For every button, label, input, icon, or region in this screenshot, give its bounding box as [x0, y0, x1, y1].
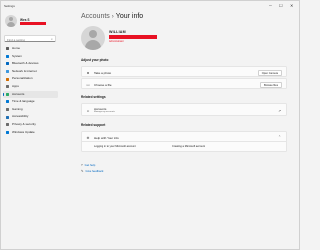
- avatar-body: [85, 40, 101, 50]
- open-camera-button[interactable]: Open Camera: [257, 69, 282, 76]
- wifi-icon: [6, 70, 9, 74]
- sidebar-item-label: Home: [12, 46, 21, 50]
- page-title: Your info: [115, 13, 144, 20]
- redacted-email: [109, 35, 157, 39]
- search-icon[interactable]: ⌕: [51, 37, 53, 41]
- sidebar-item-label: Accessibility: [12, 114, 29, 119]
- sidebar-item-label: Bluetooth & devices: [12, 61, 39, 66]
- sidebar-item-personalization[interactable]: Personalization: [3, 75, 58, 83]
- accounts-link-sub: Manage my accounts: [94, 110, 115, 113]
- shield-icon: [6, 123, 9, 127]
- help-expander-header[interactable]: ⊕ Help with Your info ⌃: [81, 131, 287, 142]
- sidebar-item-label: Network & internet: [12, 68, 37, 73]
- search-input[interactable]: [7, 37, 49, 42]
- help-link-logging-in[interactable]: Logging in to your Microsoft account: [94, 145, 136, 148]
- section-related-settings: Related settings: [81, 95, 106, 99]
- sidebar-item-label: Apps: [12, 83, 19, 88]
- person-icon: ☺: [86, 108, 90, 113]
- redacted-email: [20, 22, 46, 25]
- minimize-button[interactable]: ─: [269, 3, 272, 8]
- sidebar-item-label: Gaming: [12, 106, 23, 111]
- camera-icon: ◘: [86, 70, 90, 75]
- user-profile[interactable]: Wes S: [4, 13, 58, 31]
- accessibility-icon: [6, 115, 9, 119]
- breadcrumb: Accounts › Your info: [81, 13, 143, 20]
- main-content: Accounts › Your info WILLIAM Administrator…: [63, 11, 297, 250]
- section-related-support: Related support: [81, 123, 106, 127]
- section-adjust-photo: Adjust your photo: [81, 58, 109, 62]
- give-feedback-label: Give feedback: [85, 169, 104, 173]
- close-button[interactable]: ✕: [290, 3, 293, 8]
- sidebar-item-privacy[interactable]: Privacy & security: [3, 121, 58, 129]
- help-label: Help with Your info: [94, 135, 119, 140]
- take-photo-label: Take a photo: [94, 70, 112, 75]
- home-icon: [6, 47, 9, 51]
- profile-header: WILLIAM Administrator: [81, 25, 201, 53]
- help-expander: ⊕ Help with Your info ⌃ Logging in to yo…: [81, 131, 287, 157]
- give-feedback-link[interactable]: ✎ Give feedback: [81, 169, 103, 173]
- gamepad-icon: [6, 108, 9, 112]
- avatar-head: [89, 30, 97, 38]
- avatar: [5, 15, 17, 27]
- sidebar-item-label: Privacy & security: [12, 121, 36, 126]
- feedback-icon: ✎: [81, 169, 84, 173]
- sidebar-item-time[interactable]: Time & language: [3, 98, 58, 106]
- sidebar: Wes S ⌕ Home System Bluetooth & devices …: [1, 11, 59, 250]
- monitor-icon: [6, 54, 9, 58]
- app-title: Settings: [4, 4, 15, 8]
- profile-avatar: [81, 26, 105, 50]
- sidebar-nav: Home System Bluetooth & devices Network …: [3, 45, 58, 136]
- person-icon: [6, 92, 9, 96]
- image-file-icon: ▭: [86, 82, 90, 87]
- sidebar-item-home[interactable]: Home: [3, 45, 58, 53]
- avatar-head: [9, 17, 13, 21]
- apps-icon: [6, 85, 9, 89]
- sidebar-item-label: System: [12, 53, 23, 58]
- take-photo-card: ◘ Take a photo Open Camera: [81, 66, 287, 77]
- avatar-body: [7, 22, 15, 27]
- breadcrumb-parent[interactable]: Accounts: [81, 13, 110, 20]
- profile-role: Administrator: [109, 39, 124, 43]
- search-box[interactable]: ⌕: [4, 35, 56, 42]
- clock-icon: [6, 100, 9, 104]
- help-link-creating-account[interactable]: Creating a Microsoft account: [172, 145, 205, 148]
- brush-icon: [6, 77, 9, 81]
- breadcrumb-separator: ›: [111, 14, 114, 20]
- help-expander-body: Logging in to your Microsoft account Cre…: [81, 142, 287, 152]
- maximize-button[interactable]: ☐: [279, 3, 283, 8]
- profile-name: WILLIAM: [109, 30, 126, 34]
- sidebar-item-accessibility[interactable]: Accessibility: [3, 113, 58, 121]
- chevron-up-icon[interactable]: ⌃: [278, 135, 281, 139]
- sidebar-item-system[interactable]: System: [3, 53, 58, 61]
- sidebar-item-label: Personalization: [12, 76, 33, 81]
- sidebar-item-windows-update[interactable]: Windows Update: [3, 129, 58, 137]
- sidebar-item-apps[interactable]: Apps: [3, 83, 58, 91]
- sidebar-item-label: Windows Update: [12, 129, 35, 134]
- sidebar-item-accounts[interactable]: Accounts: [3, 90, 58, 99]
- title-bar: Settings ─ ☐ ✕: [1, 1, 301, 11]
- sidebar-item-bluetooth[interactable]: Bluetooth & devices: [3, 60, 58, 68]
- get-help-label: Get help: [84, 163, 96, 167]
- choose-file-label: Choose a file: [94, 82, 112, 87]
- help-icon: ?: [81, 163, 83, 167]
- get-help-link[interactable]: ? Get help: [81, 163, 95, 167]
- sidebar-item-label: Accounts: [12, 91, 25, 96]
- external-link-icon: ↗: [278, 108, 281, 113]
- bluetooth-icon: [6, 62, 9, 66]
- accounts-link-card[interactable]: ☺ Accounts Manage my accounts ↗: [81, 103, 287, 116]
- settings-window: Settings ─ ☐ ✕ Wes S ⌕ Home System Bluet…: [0, 0, 300, 250]
- sidebar-item-label: Time & language: [12, 99, 35, 104]
- globe-icon: ⊕: [86, 135, 90, 140]
- choose-file-card: ▭ Choose a file Browse files: [81, 78, 287, 89]
- browse-files-button[interactable]: Browse files: [260, 81, 282, 88]
- sidebar-item-gaming[interactable]: Gaming: [3, 106, 58, 114]
- update-icon: [6, 130, 9, 134]
- sidebar-item-network[interactable]: Network & internet: [3, 68, 58, 76]
